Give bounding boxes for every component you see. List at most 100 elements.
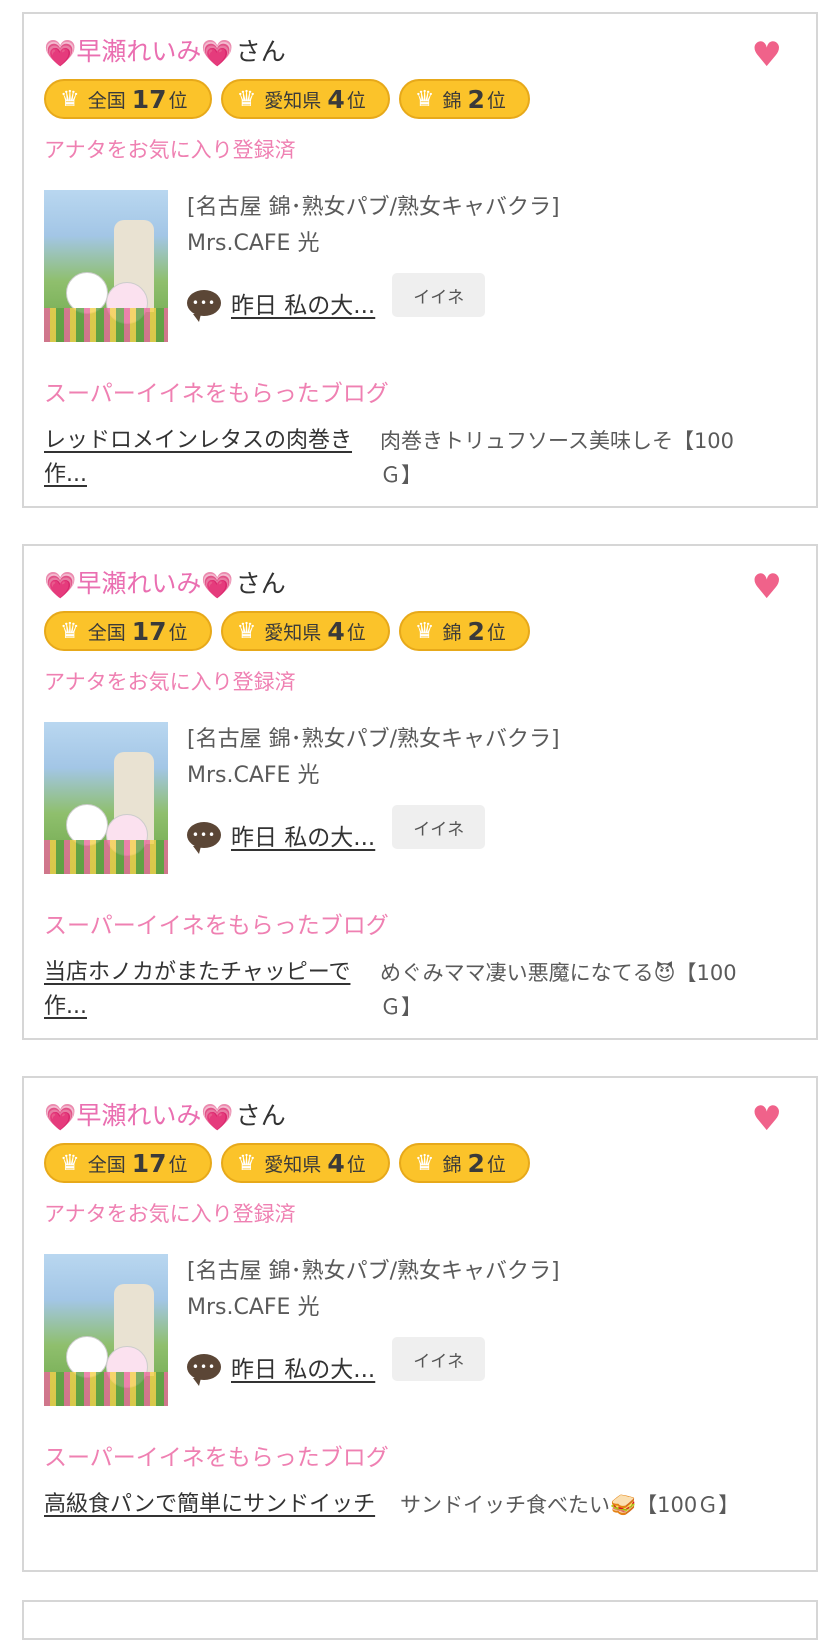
profile-thumbnail[interactable] <box>44 1254 168 1406</box>
rank-region: 愛知県 <box>264 89 322 112</box>
favorite-heart-icon[interactable]: ♥ <box>752 1102 782 1136</box>
speech-bubble-icon: ••• <box>187 1354 221 1386</box>
crown-icon: ♛ <box>236 618 257 644</box>
profile-thumbnail[interactable] <box>44 190 168 342</box>
rank-region: 愛知県 <box>264 621 322 644</box>
shop-category: [名古屋 錦･熟女パブ/熟女キャバクラ] <box>187 727 560 752</box>
rank-unit: 位 <box>168 89 188 112</box>
blog-title-link[interactable]: 当店ホノカがまたチャッピーで作... <box>44 956 366 1024</box>
iine-button[interactable]: イイネ <box>392 805 486 849</box>
name-suffix: さん <box>235 37 286 66</box>
rank-badge-national[interactable]: ♛ 全国 17 位 <box>44 79 212 119</box>
super-iine-label: スーパーイイネをもらったブログ <box>44 913 389 939</box>
rank-number: 17 <box>131 84 167 114</box>
user-name-row[interactable]: 💗早瀬れいみ💗さん <box>44 36 286 70</box>
shop-name[interactable]: Mrs.CAFE 光 <box>187 226 560 262</box>
name-suffix: さん <box>235 1101 286 1130</box>
blog-card: 💗早瀬れいみ💗さん ♥ ♛ 全国 17 位 ♛ 愛知県 4 位 ♛ 錦 2 位 … <box>22 12 818 508</box>
crown-icon: ♛ <box>60 618 80 644</box>
rank-number: 4 <box>327 84 345 114</box>
blog-comment: サンドイッチ食べたい🥪【100Ｇ】 <box>400 1493 740 1517</box>
comment-link[interactable]: 昨日 私の大... <box>231 286 375 320</box>
rank-unit: 位 <box>486 89 506 112</box>
crown-icon: ♛ <box>236 86 257 112</box>
heart-emoji-icon: 💗 <box>44 1103 77 1133</box>
rank-region: 全国 <box>87 1153 126 1176</box>
user-name[interactable]: 早瀬れいみ <box>76 1101 201 1130</box>
rank-unit: 位 <box>486 1153 506 1176</box>
shop-info: [名古屋 錦･熟女パブ/熟女キャバクラ] Mrs.CAFE 光 <box>187 190 560 262</box>
shop-name[interactable]: Mrs.CAFE 光 <box>187 1290 560 1326</box>
crown-icon: ♛ <box>60 1150 80 1176</box>
heart-emoji-icon: 💗 <box>44 39 77 69</box>
rank-region: 錦 <box>442 621 462 644</box>
user-name-row[interactable]: 💗早瀬れいみ💗さん <box>44 568 286 602</box>
blog-title-link[interactable]: レッドロメインレタスの肉巻き作... <box>44 424 366 492</box>
shop-category: [名古屋 錦･熟女パブ/熟女キャバクラ] <box>187 1259 560 1284</box>
crown-icon: ♛ <box>414 86 435 112</box>
rank-badge-prefecture[interactable]: ♛ 愛知県 4 位 <box>220 1143 390 1183</box>
super-iine-label: スーパーイイネをもらったブログ <box>44 1445 389 1471</box>
comment-link[interactable]: 昨日 私の大... <box>231 1350 375 1384</box>
rank-number: 17 <box>131 1148 167 1178</box>
comment-row: ••• 昨日 私の大... イイネ <box>187 1337 486 1390</box>
favorite-status: アナタをお気に入り登録済 <box>44 1202 296 1226</box>
rank-badges: ♛ 全国 17 位 ♛ 愛知県 4 位 ♛ 錦 2 位 <box>44 79 530 121</box>
heart-emoji-icon: 💗 <box>201 1103 234 1133</box>
heart-emoji-icon: 💗 <box>201 571 234 601</box>
iine-button[interactable]: イイネ <box>392 1337 486 1381</box>
rank-unit: 位 <box>346 89 366 112</box>
crown-icon: ♛ <box>236 1150 257 1176</box>
rank-badges: ♛ 全国 17 位 ♛ 愛知県 4 位 ♛ 錦 2 位 <box>44 1143 530 1185</box>
rank-badge-area[interactable]: ♛ 錦 2 位 <box>398 79 530 119</box>
blog-card-partial <box>22 1600 818 1640</box>
blog-card: 💗早瀬れいみ💗さん ♥ ♛ 全国 17 位 ♛ 愛知県 4 位 ♛ 錦 2 位 … <box>22 1076 818 1572</box>
rank-region: 錦 <box>442 89 462 112</box>
iine-button[interactable]: イイネ <box>392 273 486 317</box>
blog-comment: めぐみママ凄い悪魔になてる😈【100Ｇ】 <box>380 961 737 1019</box>
comment-row: ••• 昨日 私の大... イイネ <box>187 805 486 858</box>
comment-row: ••• 昨日 私の大... イイネ <box>187 273 486 326</box>
rank-badges: ♛ 全国 17 位 ♛ 愛知県 4 位 ♛ 錦 2 位 <box>44 611 530 653</box>
rank-badge-national[interactable]: ♛ 全国 17 位 <box>44 1143 212 1183</box>
favorite-heart-icon[interactable]: ♥ <box>752 570 782 604</box>
rank-number: 4 <box>327 616 345 646</box>
rank-unit: 位 <box>486 621 506 644</box>
rank-number: 4 <box>327 1148 345 1178</box>
rank-region: 錦 <box>442 1153 462 1176</box>
favorite-status: アナタをお気に入り登録済 <box>44 670 296 694</box>
rank-number: 2 <box>467 1148 485 1178</box>
speech-bubble-icon: ••• <box>187 290 221 322</box>
rank-badge-prefecture[interactable]: ♛ 愛知県 4 位 <box>220 79 390 119</box>
super-iine-label: スーパーイイネをもらったブログ <box>44 381 389 407</box>
rank-unit: 位 <box>346 621 366 644</box>
rank-unit: 位 <box>168 621 188 644</box>
shop-category: [名古屋 錦･熟女パブ/熟女キャバクラ] <box>187 195 560 220</box>
user-name-row[interactable]: 💗早瀬れいみ💗さん <box>44 1100 286 1134</box>
crown-icon: ♛ <box>414 1150 435 1176</box>
rank-unit: 位 <box>168 1153 188 1176</box>
speech-bubble-icon: ••• <box>187 822 221 854</box>
rank-region: 愛知県 <box>264 1153 322 1176</box>
favorite-status: アナタをお気に入り登録済 <box>44 138 296 162</box>
user-name[interactable]: 早瀬れいみ <box>76 569 201 598</box>
shop-name[interactable]: Mrs.CAFE 光 <box>187 758 560 794</box>
rank-badge-area[interactable]: ♛ 錦 2 位 <box>398 1143 530 1183</box>
comment-link[interactable]: 昨日 私の大... <box>231 818 375 852</box>
heart-emoji-icon: 💗 <box>44 571 77 601</box>
rank-number: 2 <box>467 84 485 114</box>
profile-thumbnail[interactable] <box>44 722 168 874</box>
rank-badge-area[interactable]: ♛ 錦 2 位 <box>398 611 530 651</box>
rank-number: 2 <box>467 616 485 646</box>
favorite-heart-icon[interactable]: ♥ <box>752 38 782 72</box>
rank-region: 全国 <box>87 89 126 112</box>
rank-badge-prefecture[interactable]: ♛ 愛知県 4 位 <box>220 611 390 651</box>
rank-badge-national[interactable]: ♛ 全国 17 位 <box>44 611 212 651</box>
heart-emoji-icon: 💗 <box>201 39 234 69</box>
crown-icon: ♛ <box>414 618 435 644</box>
blog-comment: 肉巻きトリュフソース美味しそ【100Ｇ】 <box>380 429 735 487</box>
blog-title-link[interactable]: 高級食パンで簡単にサンドイッチ <box>44 1488 389 1522</box>
rank-unit: 位 <box>346 1153 366 1176</box>
user-name[interactable]: 早瀬れいみ <box>76 37 201 66</box>
blog-card: 💗早瀬れいみ💗さん ♥ ♛ 全国 17 位 ♛ 愛知県 4 位 ♛ 錦 2 位 … <box>22 544 818 1040</box>
